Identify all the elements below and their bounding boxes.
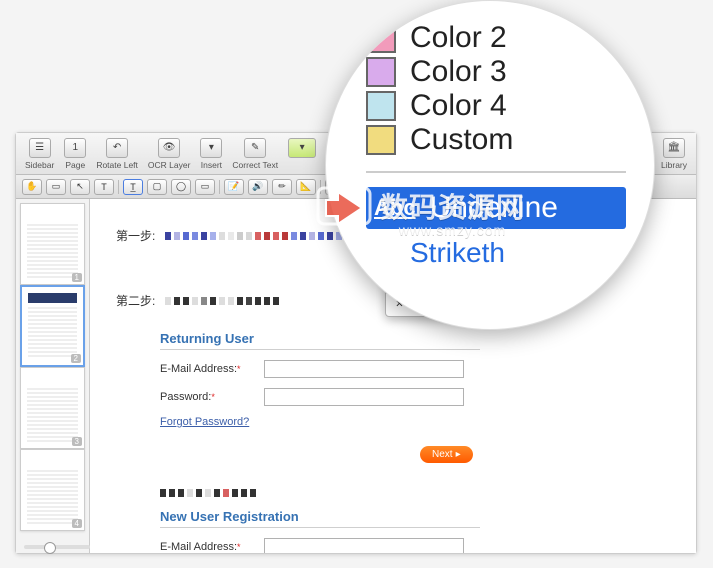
thumbnail-page-number: 4 — [72, 519, 82, 528]
magnifier-lens: Color 2Color 3Color 4Custom Abc Underlin… — [325, 0, 655, 330]
magnified-color-label: Color 3 — [410, 55, 507, 89]
censored-strip-2 — [165, 297, 279, 305]
page-nav[interactable]: 1 — [64, 138, 86, 158]
email-label: E-Mail Address: — [160, 363, 237, 375]
correct-text-button[interactable]: ✎ — [244, 138, 266, 158]
thumbnail-sidebar[interactable]: 1 2 3 4 — [16, 199, 90, 553]
magnified-color-row: Color 3 — [366, 55, 626, 89]
new-user-title: New User Registration — [160, 509, 480, 528]
magnified-swatch — [366, 57, 396, 87]
thumbnail-page-4[interactable]: 4 — [20, 449, 85, 531]
magnified-color-label: Custom — [410, 123, 513, 157]
rect-tool[interactable]: ▢ — [147, 179, 167, 195]
magnified-color-row: Color 4 — [366, 89, 626, 123]
library-label: Library — [661, 160, 687, 170]
magnified-swatch — [366, 23, 396, 53]
magnified-color-row: Color 2 — [366, 21, 626, 55]
zoom-slider[interactable] — [24, 545, 90, 549]
email-input[interactable] — [264, 360, 464, 378]
watermark-big: 数码资源网 — [380, 186, 525, 226]
thumbnail-page-2[interactable]: 2 — [20, 285, 85, 367]
password-label: Password: — [160, 391, 211, 403]
step-one-label: 第一步: — [116, 227, 155, 244]
password-input[interactable] — [264, 388, 464, 406]
measure-tool[interactable]: 📐 — [296, 179, 316, 195]
rotate-left-label: Rotate Left — [96, 160, 138, 170]
magnified-color-row: Custom — [366, 123, 626, 157]
page-label: Page — [65, 160, 85, 170]
watermark-small: www.smzy.com — [380, 222, 525, 238]
new-email-label: E-Mail Address: — [160, 541, 237, 553]
watermark-text: 数码资源网 www.smzy.com — [380, 186, 525, 238]
select-tool[interactable]: ▭ — [46, 179, 66, 195]
thumbnail-page-number: 3 — [72, 437, 82, 446]
hand-tool[interactable]: ✋ — [22, 179, 42, 195]
pen-tool[interactable]: ✏ — [272, 179, 292, 195]
text-edit-tool[interactable]: T̲ — [123, 179, 143, 195]
magnified-swatch — [366, 125, 396, 155]
step-two-label: 第二步: — [116, 292, 155, 309]
rotate-left-button[interactable]: ↶ — [106, 138, 128, 158]
library-button[interactable]: 🏛 — [663, 138, 685, 158]
next-button[interactable]: Next▸ — [420, 446, 473, 463]
sound-tool[interactable]: 🔊 — [248, 179, 268, 195]
returning-user-title: Returning User — [160, 331, 480, 350]
ocr-label: OCR Layer — [148, 160, 191, 170]
thumbnail-page-1[interactable]: 1 — [20, 203, 85, 285]
sidebar-label: Sidebar — [25, 160, 54, 170]
highlight-label — [301, 160, 303, 170]
text-tool[interactable]: T — [94, 179, 114, 195]
sidebar-toggle[interactable]: ☰ — [29, 138, 51, 158]
magnified-swatch — [366, 91, 396, 121]
ocr-button[interactable]: 👁 — [158, 138, 180, 158]
correct-text-label: Correct Text — [232, 160, 278, 170]
watermark-logo — [316, 184, 372, 232]
note-tool[interactable]: 📝 — [224, 179, 244, 195]
magnified-color-label: Color 2 — [410, 21, 507, 55]
new-email-input[interactable] — [264, 538, 464, 553]
rounded-rect-tool[interactable]: ▭ — [195, 179, 215, 195]
thumbnail-page-number: 1 — [72, 273, 82, 282]
next-button-label: Next — [432, 449, 453, 460]
magnified-color-label: Color 4 — [410, 89, 507, 123]
forgot-password-link[interactable]: Forgot Password? — [160, 416, 249, 428]
censored-strip-3 — [160, 489, 256, 497]
thumbnail-page-number: 2 — [71, 354, 81, 363]
highlight-dropdown-button[interactable]: ▾ — [288, 138, 316, 158]
insert-label: Insert — [201, 160, 222, 170]
magnified-strikethrough: Striketh — [410, 237, 626, 269]
thumbnail-page-3[interactable]: 3 — [20, 367, 85, 449]
pointer-tool[interactable]: ↖ — [70, 179, 90, 195]
insert-button[interactable]: ▾ — [200, 138, 222, 158]
oval-tool[interactable]: ◯ — [171, 179, 191, 195]
